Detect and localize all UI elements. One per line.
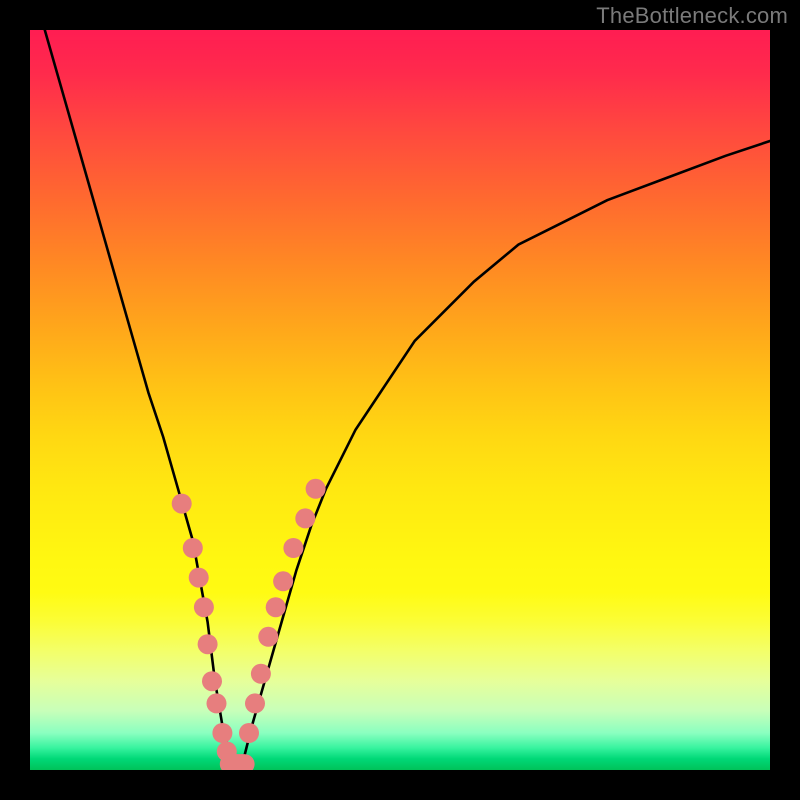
marker-dot xyxy=(194,597,214,617)
marker-dot xyxy=(273,571,293,591)
watermark-text: TheBottleneck.com xyxy=(596,3,788,29)
marker-dot xyxy=(207,693,227,713)
marker-dot xyxy=(283,538,303,558)
marker-dot xyxy=(189,568,209,588)
plot-area xyxy=(30,30,770,770)
marker-dot xyxy=(202,671,222,691)
marker-dot xyxy=(266,597,286,617)
marker-dot xyxy=(198,634,218,654)
chart-svg xyxy=(30,30,770,770)
marker-dot xyxy=(251,664,271,684)
marker-dot xyxy=(306,479,326,499)
marker-dot xyxy=(212,723,232,743)
marker-dot xyxy=(172,494,192,514)
marker-dot xyxy=(239,723,259,743)
chart-frame: TheBottleneck.com xyxy=(0,0,800,800)
marker-dot xyxy=(295,508,315,528)
marker-dot xyxy=(245,693,265,713)
marker-dot xyxy=(258,627,278,647)
curve-markers xyxy=(172,479,326,764)
marker-dot xyxy=(183,538,203,558)
bottleneck-curve xyxy=(45,30,770,767)
